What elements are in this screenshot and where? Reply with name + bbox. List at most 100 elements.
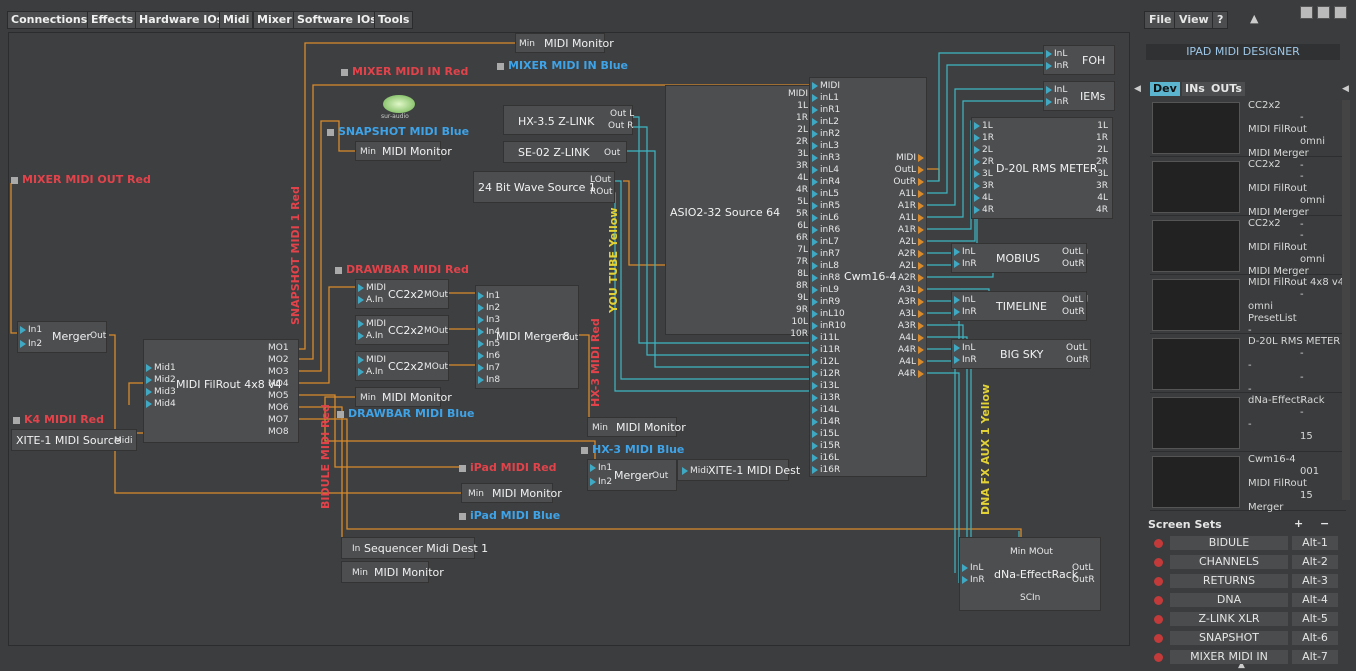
record-dot-icon[interactable] bbox=[1154, 539, 1163, 548]
mid4-port[interactable]: Mid4 bbox=[146, 398, 176, 410]
cwm-in-port[interactable]: inR10 bbox=[812, 320, 846, 332]
inr-port[interactable]: InR bbox=[954, 354, 977, 366]
lout-port[interactable]: LOut bbox=[590, 174, 611, 186]
record-dot-icon[interactable] bbox=[1154, 596, 1163, 605]
cwm-in-port[interactable]: i16R bbox=[812, 464, 840, 476]
ain-port[interactable]: A.In bbox=[358, 330, 383, 342]
tab-dev[interactable]: Dev bbox=[1150, 82, 1180, 96]
screen-set-row[interactable]: MIXER MIDI IN Alt-7 bbox=[1152, 650, 1342, 665]
cwm-out-port[interactable]: A2L bbox=[899, 236, 924, 248]
screen-set-row[interactable]: BIDULE Alt-1 bbox=[1152, 536, 1342, 551]
meter-out-port[interactable]: 2L bbox=[1097, 144, 1108, 156]
screen-set-name[interactable]: BIDULE bbox=[1170, 536, 1288, 550]
screen-set-row[interactable]: RETURNS Alt-3 bbox=[1152, 574, 1342, 589]
screen-set-row[interactable]: SNAPSHOT Alt-6 bbox=[1152, 631, 1342, 646]
add-screen-set-button[interactable]: + bbox=[1294, 517, 1303, 530]
cwm-in-port[interactable]: inR4 bbox=[812, 176, 840, 188]
sequencer-midi-dest[interactable]: In Sequencer Midi Dest 1 bbox=[341, 537, 488, 559]
inr-port[interactable]: InR bbox=[954, 258, 977, 270]
screen-set-name[interactable]: SNAPSHOT bbox=[1170, 631, 1288, 645]
screen-set-row[interactable]: DNA Alt-4 bbox=[1152, 593, 1342, 608]
record-dot-icon[interactable] bbox=[1154, 558, 1163, 567]
cwm-in-port[interactable]: i15L bbox=[812, 428, 839, 440]
device-row[interactable]: D-20L RMS METER - - - - - bbox=[1150, 334, 1346, 407]
cwm-in-port[interactable]: i12L bbox=[812, 356, 839, 368]
min-port[interactable]: Min bbox=[468, 488, 484, 500]
cc2x2-2[interactable]: MIDI A.In CC2x2 MOut bbox=[355, 315, 449, 345]
merger-left[interactable]: In1 In2 Merger Out bbox=[17, 321, 107, 353]
cwm-out-port[interactable]: A3L bbox=[899, 284, 924, 296]
cwm-out-port[interactable]: A4L bbox=[899, 356, 924, 368]
screen-set-name[interactable]: DNA bbox=[1170, 593, 1288, 607]
remove-screen-set-button[interactable]: − bbox=[1320, 517, 1329, 530]
timeline[interactable]: InL InR TIMELINE OutL OutR bbox=[951, 291, 1087, 321]
meter-out-port[interactable]: 2R bbox=[1096, 156, 1108, 168]
mo7-port[interactable]: MO7 bbox=[268, 414, 289, 426]
meter-out-port[interactable]: 1R bbox=[1096, 132, 1108, 144]
mo4-port[interactable]: MO4 bbox=[268, 378, 289, 390]
inl-port[interactable]: InL bbox=[954, 246, 975, 258]
cwm-out-port[interactable]: OutL bbox=[895, 164, 924, 176]
cwm-out-port[interactable]: A1L bbox=[899, 188, 924, 200]
cwm-in-port[interactable]: i15R bbox=[812, 440, 840, 452]
asio-source[interactable]: ASIO2-32 Source 64 MIDI 1L 1R 2L 2R 3L 3R 4L 4R 5… bbox=[665, 85, 819, 339]
out-port[interactable]: Out bbox=[604, 147, 620, 159]
device-row[interactable]: Cwm16-4 001 MIDI FilRout 15 Merger bbox=[1150, 452, 1346, 513]
device-row[interactable]: CC2x2- MIDI FilRout omni MIDI Merger - bbox=[1150, 98, 1346, 171]
meter-out-port[interactable]: 4R bbox=[1096, 204, 1108, 216]
in2-port[interactable]: In2 bbox=[478, 302, 500, 314]
cwm-out-port[interactable]: A2R bbox=[898, 248, 924, 260]
tab-ins[interactable]: INs bbox=[1182, 82, 1208, 96]
mo3-port[interactable]: MO3 bbox=[268, 366, 289, 378]
cwm-out-port[interactable]: A1R bbox=[898, 200, 924, 212]
menu-software-ios[interactable]: Software IOs bbox=[293, 11, 381, 29]
meter-out-port[interactable]: 3L bbox=[1097, 168, 1108, 180]
midi-monitor-drawbar[interactable]: Min MIDI Monitor bbox=[355, 387, 452, 407]
close-icon[interactable] bbox=[1334, 6, 1347, 19]
scroll-right-icon[interactable]: ◀ bbox=[1342, 84, 1349, 94]
record-dot-icon[interactable] bbox=[1154, 615, 1163, 624]
minimize-icon[interactable] bbox=[1300, 6, 1313, 19]
iems-output[interactable]: InL InR IEMs bbox=[1043, 81, 1115, 111]
cwm-in-port[interactable]: inL6 bbox=[812, 212, 839, 224]
scin-port[interactable]: SCIn bbox=[1020, 592, 1040, 604]
mo2-port[interactable]: MO2 bbox=[268, 354, 289, 366]
in1-port[interactable]: In1 bbox=[20, 324, 42, 336]
min-port[interactable]: Min bbox=[360, 392, 376, 404]
outl-port[interactable]: OutL bbox=[1062, 246, 1083, 258]
midi-in-port[interactable]: Midi bbox=[682, 465, 708, 477]
outr-port[interactable]: OutR bbox=[1062, 306, 1085, 318]
mout-port[interactable]: MOut bbox=[424, 361, 448, 373]
inl-port[interactable]: InL bbox=[1046, 84, 1067, 96]
merger-bottom[interactable]: In1 In2 Merger Out bbox=[587, 459, 677, 491]
outl-port[interactable]: Out L bbox=[610, 108, 634, 120]
meter-in-port[interactable]: 4R bbox=[974, 204, 994, 216]
min-port[interactable]: Min bbox=[519, 38, 535, 50]
cwm-in-port[interactable]: inR5 bbox=[812, 200, 840, 212]
meter-in-port[interactable]: 2R bbox=[974, 156, 994, 168]
cwm-in-port[interactable]: inR6 bbox=[812, 224, 840, 236]
device-scrollbar[interactable] bbox=[1342, 100, 1350, 500]
in2-port[interactable]: In2 bbox=[20, 338, 42, 350]
se-02-zlink[interactable]: SE-02 Z-LINK Out bbox=[503, 141, 627, 163]
cwm-in-port[interactable]: inL1 bbox=[812, 92, 839, 104]
inr-port[interactable]: InR bbox=[1046, 60, 1069, 72]
menu-tools[interactable]: Tools bbox=[374, 11, 414, 29]
cwm-out-port[interactable]: A3L bbox=[899, 308, 924, 320]
d20l-rms-meter[interactable]: D-20L RMS METER 1L 1L 1R 1R 2L 2L 2R 2R 3L 3L 3R 3R… bbox=[971, 117, 1113, 219]
device-row[interactable]: dNa-EffectRack - -15 bbox=[1150, 393, 1346, 452]
cwm-out-port[interactable]: A1R bbox=[898, 224, 924, 236]
menu-connections[interactable]: Connections bbox=[7, 11, 92, 29]
cwm-in-port[interactable]: inR7 bbox=[812, 248, 840, 260]
scroll-left-icon[interactable]: ◀ bbox=[1134, 84, 1141, 94]
ain-port[interactable]: A.In bbox=[358, 294, 383, 306]
outr-port[interactable]: OutR bbox=[1062, 258, 1085, 270]
mid1-port[interactable]: Mid1 bbox=[146, 362, 176, 374]
cwm-in-port[interactable]: inL8 bbox=[812, 260, 839, 272]
out-port[interactable]: Out bbox=[90, 330, 106, 342]
cwm-out-port[interactable]: A3R bbox=[898, 320, 924, 332]
min-port[interactable]: Min bbox=[592, 422, 608, 434]
cwm-out-port[interactable]: MIDI bbox=[896, 152, 924, 164]
cwm-in-port[interactable]: inR3 bbox=[812, 152, 840, 164]
in1-port[interactable]: In1 bbox=[478, 290, 500, 302]
